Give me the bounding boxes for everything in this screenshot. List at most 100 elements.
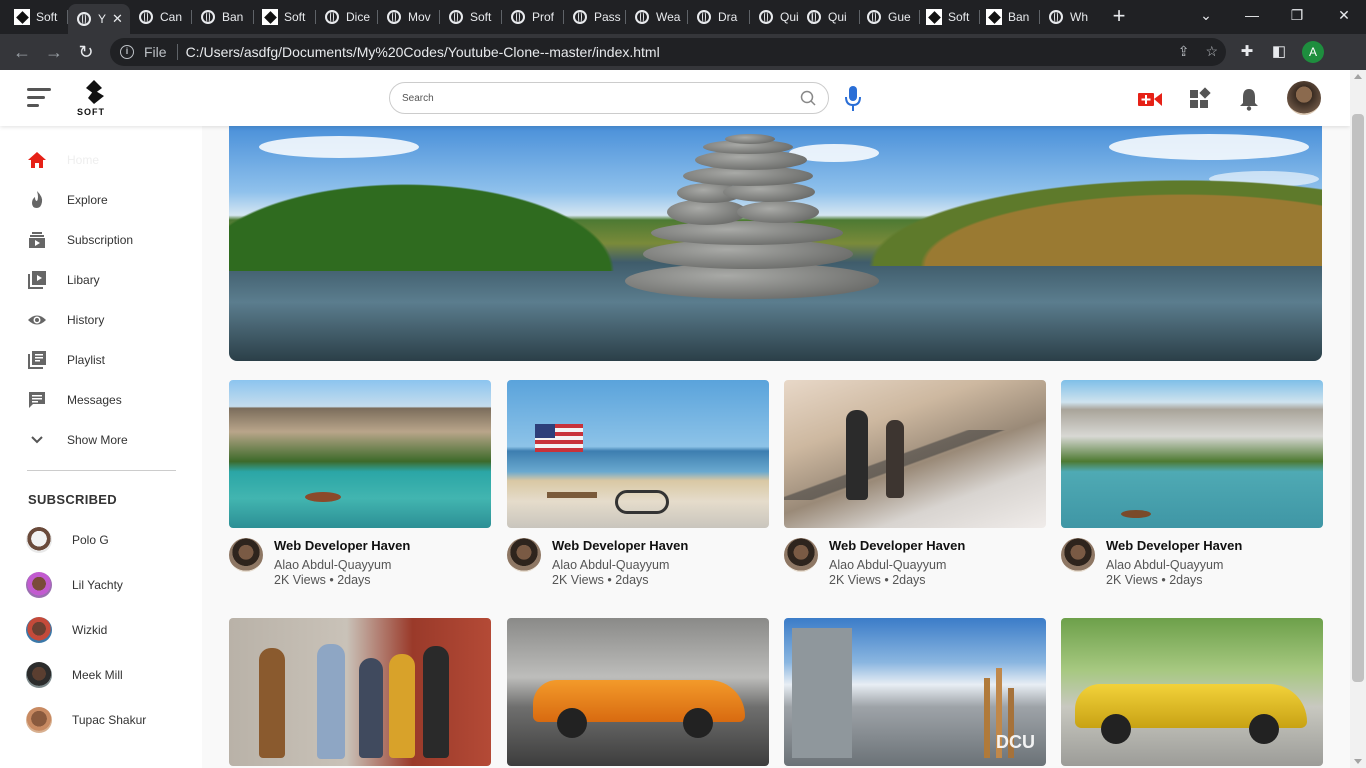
video-thumbnail[interactable]: [507, 380, 769, 528]
sidebar: Home Explore Subscription Libary History: [0, 126, 202, 768]
video-title[interactable]: Web Developer Haven: [552, 538, 688, 553]
channel-avatar[interactable]: [784, 538, 818, 572]
tab-label: Ban: [222, 10, 244, 24]
browser-tab[interactable]: Soft: [254, 4, 316, 30]
reload-icon[interactable]: ↻: [74, 40, 98, 64]
sidebar-item-explore[interactable]: Explore: [0, 180, 202, 220]
search-icon[interactable]: [800, 90, 816, 106]
avatar: [26, 527, 52, 553]
browser-tab[interactable]: Qui: [798, 4, 860, 30]
scroll-down-icon[interactable]: [1354, 759, 1362, 764]
video-card[interactable]: Web Developer Haven Alao Abdul-Quayyum 2…: [1061, 380, 1323, 588]
channel-name[interactable]: Alao Abdul-Quayyum: [1106, 558, 1223, 572]
browser-tab[interactable]: Pass: [564, 4, 626, 30]
site-info-icon[interactable]: i: [120, 45, 134, 59]
new-tab-button[interactable]: +: [1108, 4, 1130, 30]
browser-tab[interactable]: Dice: [316, 4, 378, 30]
browser-tab[interactable]: Gue: [858, 4, 920, 30]
address-bar[interactable]: i File C:/Users/asdfg/Documents/My%20Cod…: [110, 38, 1226, 66]
subscribed-channel-tupac-shakur[interactable]: Tupac Shakur: [0, 700, 202, 740]
notification-bell-icon[interactable]: [1236, 86, 1262, 112]
restore-icon[interactable]: ❐: [1283, 3, 1311, 27]
page-scrollbar[interactable]: [1350, 70, 1366, 768]
browser-tab-active[interactable]: Y ✕: [68, 4, 130, 34]
channel-avatar[interactable]: [507, 538, 541, 572]
side-panel-icon[interactable]: ◧: [1268, 41, 1290, 63]
sidebar-item-label: Messages: [67, 393, 122, 407]
sidebar-item-library[interactable]: Libary: [0, 260, 202, 300]
video-meta: Web Developer Haven Alao Abdul-Quayyum 2…: [784, 528, 1046, 588]
video-thumbnail[interactable]: [1061, 380, 1323, 528]
video-thumbnail[interactable]: DCU: [784, 618, 1046, 766]
bookmark-star-icon[interactable]: ☆: [1205, 43, 1218, 60]
browser-tab[interactable]: Prof: [502, 4, 564, 30]
video-thumbnail[interactable]: [1061, 618, 1323, 766]
sidebar-item-subscription[interactable]: Subscription: [0, 220, 202, 260]
sidebar-item-history[interactable]: History: [0, 300, 202, 340]
video-card[interactable]: Web Developer Haven Alao Abdul-Quayyum 2…: [784, 380, 1046, 588]
video-title[interactable]: Web Developer Haven: [1106, 538, 1242, 553]
channel-name[interactable]: Alao Abdul-Quayyum: [829, 558, 946, 572]
history-icon: [27, 310, 47, 330]
video-card[interactable]: DCU: [784, 618, 1046, 766]
video-card[interactable]: Web Developer Haven Alao Abdul-Quayyum 2…: [507, 380, 769, 588]
subscribed-channel-polo-g[interactable]: Polo G: [0, 520, 202, 560]
tab-search-icon[interactable]: ⌄: [1192, 3, 1220, 27]
video-thumbnail[interactable]: [784, 380, 1046, 528]
soft-favicon-icon: [262, 9, 278, 25]
scroll-up-icon[interactable]: [1354, 74, 1362, 79]
sidebar-divider: [27, 470, 176, 471]
scrollbar-thumb[interactable]: [1352, 114, 1364, 682]
video-thumbnail[interactable]: [507, 618, 769, 766]
close-window-icon[interactable]: ✕: [1330, 3, 1358, 27]
subscription-icon: [27, 230, 47, 250]
logo[interactable]: SOFT: [76, 80, 114, 118]
sidebar-item-home[interactable]: Home: [0, 140, 202, 180]
channel-name[interactable]: Alao Abdul-Quayyum: [274, 558, 391, 572]
subscribed-channel-wizkid[interactable]: Wizkid: [0, 610, 202, 650]
sidebar-item-playlist[interactable]: Playlist: [0, 340, 202, 380]
menu-icon[interactable]: [27, 88, 51, 108]
video-thumbnail[interactable]: [229, 618, 491, 766]
minimize-icon[interactable]: —: [1238, 3, 1266, 27]
browser-tab[interactable]: Mov: [378, 4, 440, 30]
channel-avatar[interactable]: [1061, 538, 1095, 572]
browser-tab[interactable]: Dra: [688, 4, 750, 30]
browser-tab[interactable]: Ban: [192, 4, 254, 30]
extensions-icon[interactable]: ✚: [1236, 41, 1258, 63]
user-avatar[interactable]: [1287, 81, 1321, 115]
video-card[interactable]: Web Developer Haven Alao Abdul-Quayyum 2…: [229, 380, 491, 588]
channel-name[interactable]: Alao Abdul-Quayyum: [552, 558, 669, 572]
video-thumbnail[interactable]: [229, 380, 491, 528]
browser-tab[interactable]: Wea: [626, 4, 688, 30]
browser-tab[interactable]: Can: [130, 4, 192, 30]
video-card[interactable]: [507, 618, 769, 766]
browser-tab[interactable]: Soft: [440, 4, 502, 30]
sidebar-item-messages[interactable]: Messages: [0, 380, 202, 420]
browser-tab[interactable]: Ban: [978, 4, 1040, 30]
browser-tab[interactable]: Soft: [6, 4, 68, 30]
subscribed-heading: SUBSCRIBED: [28, 492, 117, 507]
profile-avatar[interactable]: A: [1302, 41, 1324, 63]
video-title[interactable]: Web Developer Haven: [829, 538, 965, 553]
video-title[interactable]: Web Developer Haven: [274, 538, 410, 553]
sidebar-item-show-more[interactable]: Show More: [0, 420, 202, 460]
browser-tab[interactable]: Soft: [918, 4, 980, 30]
subscribed-channel-lil-yachty[interactable]: Lil Yachty: [0, 565, 202, 605]
subscribed-channel-meek-mill[interactable]: Meek Mill: [0, 655, 202, 695]
video-card[interactable]: [229, 618, 491, 766]
apps-icon[interactable]: [1187, 86, 1213, 112]
channel-avatar[interactable]: [229, 538, 263, 572]
forward-icon[interactable]: →: [42, 40, 66, 64]
tab-label: Pass: [594, 10, 621, 24]
video-card[interactable]: [1061, 618, 1323, 766]
microphone-icon[interactable]: [845, 86, 861, 112]
url-text[interactable]: C:/Users/asdfg/Documents/My%20Codes/Yout…: [186, 44, 660, 60]
share-icon[interactable]: ⇪: [1178, 43, 1190, 60]
browser-tab-strip: Soft Y ✕ Can Ban Soft Dice Mov Soft Prof…: [0, 0, 1366, 34]
create-video-icon[interactable]: [1137, 86, 1163, 112]
close-tab-icon[interactable]: ✕: [112, 11, 123, 27]
browser-tab[interactable]: Wh: [1040, 4, 1102, 30]
search-input[interactable]: [402, 92, 792, 104]
back-icon[interactable]: ←: [10, 40, 34, 64]
